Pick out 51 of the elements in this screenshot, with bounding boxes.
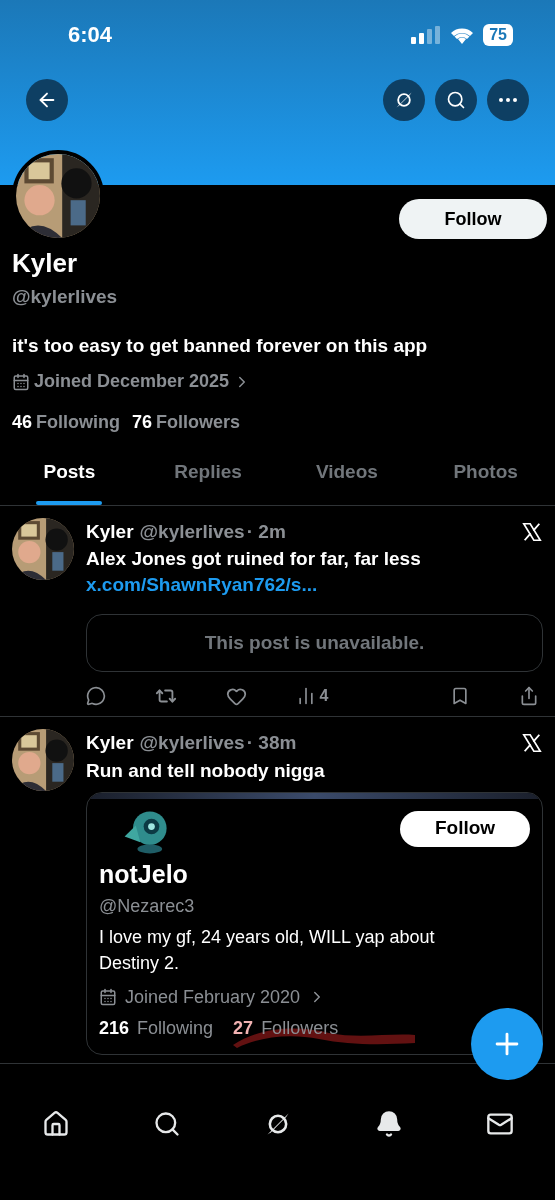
reply-icon[interactable] xyxy=(86,686,106,706)
view-count: 4 xyxy=(319,686,329,706)
signal-icon xyxy=(411,25,442,44)
home-icon[interactable] xyxy=(41,1110,70,1138)
profile-handle: @kylerlives xyxy=(12,285,119,309)
follow-button[interactable]: Follow xyxy=(399,199,547,239)
post[interactable]: Kyler @kylerlives· 2m Alex Jones got ruined for far, far less x.com/ShawnRyan762/s... This post is unavailable. 4 xyxy=(0,505,555,717)
bell-icon[interactable] xyxy=(374,1110,403,1138)
card-bio: I love my gf, 24 years old, WILL yap about Destiny 2. xyxy=(99,925,436,975)
search-icon[interactable] xyxy=(152,1110,181,1138)
joined-date: Joined December 2025 xyxy=(34,370,230,393)
following-label[interactable]: Following xyxy=(36,409,120,436)
post-time: · 2m xyxy=(246,519,286,544)
author-name[interactable]: Kyler xyxy=(86,517,134,546)
card-following-label: Following xyxy=(137,1016,214,1040)
card-joined-date: Joined February 2020 xyxy=(125,985,301,1009)
profile-tab[interactable]: Replies xyxy=(138,458,278,505)
following-count[interactable]: 46 xyxy=(12,409,33,436)
author-handle[interactable]: @kylerlives xyxy=(139,729,245,758)
post-link[interactable]: x.com/ShawnRyan762/s... xyxy=(86,574,318,595)
slashed-circle-icon[interactable] xyxy=(394,90,414,110)
more-icon xyxy=(499,98,517,102)
x-logo-icon xyxy=(521,732,543,755)
profile-name: Kyler xyxy=(12,247,79,280)
back-button[interactable] xyxy=(26,79,68,121)
post-text: Run and tell nobody nigga xyxy=(86,758,326,783)
profile-bio: it's too easy to get banned forever on this app xyxy=(12,333,429,358)
profile-tab[interactable]: Posts xyxy=(0,458,139,505)
author-name[interactable]: Kyler xyxy=(86,729,134,758)
card-followers-count: 27 xyxy=(233,1016,254,1040)
search-button[interactable] xyxy=(435,79,477,121)
profile-tab[interactable]: Photos xyxy=(416,458,555,505)
followers-count[interactable]: 76 xyxy=(132,409,153,436)
more-button[interactable] xyxy=(487,79,529,121)
status-time: 6:04 xyxy=(68,21,113,49)
card-following-count: 216 xyxy=(99,1016,130,1040)
calendar-icon xyxy=(12,372,30,391)
battery-level: 75 xyxy=(483,23,513,46)
profile-tab[interactable]: Videos xyxy=(277,458,417,505)
followers-label[interactable]: Followers xyxy=(156,409,241,436)
author-handle[interactable]: @kylerlives xyxy=(139,517,245,546)
post-text: Alex Jones got ruined for far, far less x.com/ShawnRyan762/s... xyxy=(86,547,422,597)
calendar-icon xyxy=(99,988,117,1006)
card-name: notJelo xyxy=(99,858,189,889)
search-icon xyxy=(446,90,466,110)
follow-button[interactable]: Follow xyxy=(400,810,530,847)
card-handle: @Nezarec3 xyxy=(99,894,196,918)
x-logo-icon xyxy=(521,520,543,543)
unavailable-notice: This post is unavailable. xyxy=(86,614,543,672)
post-time: · 38m xyxy=(246,731,297,755)
grok-button[interactable] xyxy=(383,79,425,121)
